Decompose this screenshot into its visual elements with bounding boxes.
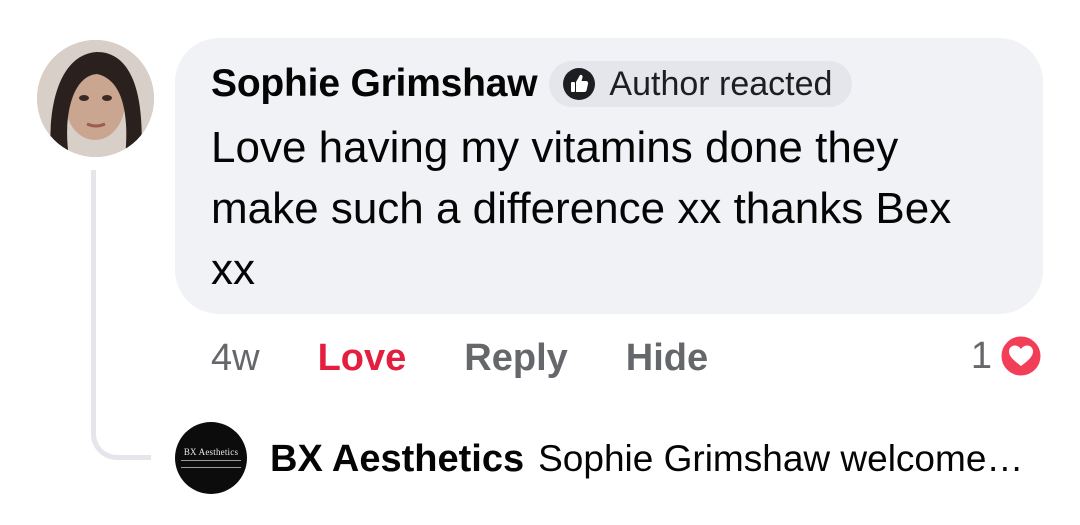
reply-preview[interactable]: BX Aesthetics Sophie Grimshaw welcome… [270, 434, 1023, 484]
comment-timestamp[interactable]: 4w [211, 337, 260, 380]
comment-actions: 4w Love Reply Hide [211, 333, 766, 383]
reply-author-avatar[interactable]: BX Aesthetics [175, 422, 247, 494]
reaction-summary[interactable]: 1 [971, 331, 1044, 381]
badge-label: Author reacted [609, 64, 833, 103]
profile-photo-icon [37, 40, 154, 157]
hide-button[interactable]: Hide [626, 337, 708, 380]
thread-connector [91, 170, 151, 460]
author-reacted-badge: Author reacted [549, 61, 853, 107]
reply-button[interactable]: Reply [464, 337, 567, 380]
reply-avatar-tagline-mark [181, 460, 241, 468]
reaction-count: 1 [970, 334, 992, 377]
comment-bubble: Sophie Grimshaw Author reacted Love havi… [175, 38, 1043, 314]
commenter-avatar[interactable] [37, 40, 154, 157]
love-button[interactable]: Love [318, 337, 407, 380]
heart-icon [998, 333, 1044, 379]
comment-header: Sophie Grimshaw Author reacted [211, 60, 853, 108]
reply-text-preview: Sophie Grimshaw welcome… [538, 438, 1024, 479]
thumbs-up-icon [563, 68, 596, 100]
comment-author-name[interactable]: Sophie Grimshaw [211, 62, 538, 106]
reply-author-name[interactable]: BX Aesthetics [270, 438, 524, 481]
comment-text: Love having my vitamins done they make s… [211, 123, 952, 294]
reply-avatar-logo: BX Aesthetics [183, 447, 239, 457]
